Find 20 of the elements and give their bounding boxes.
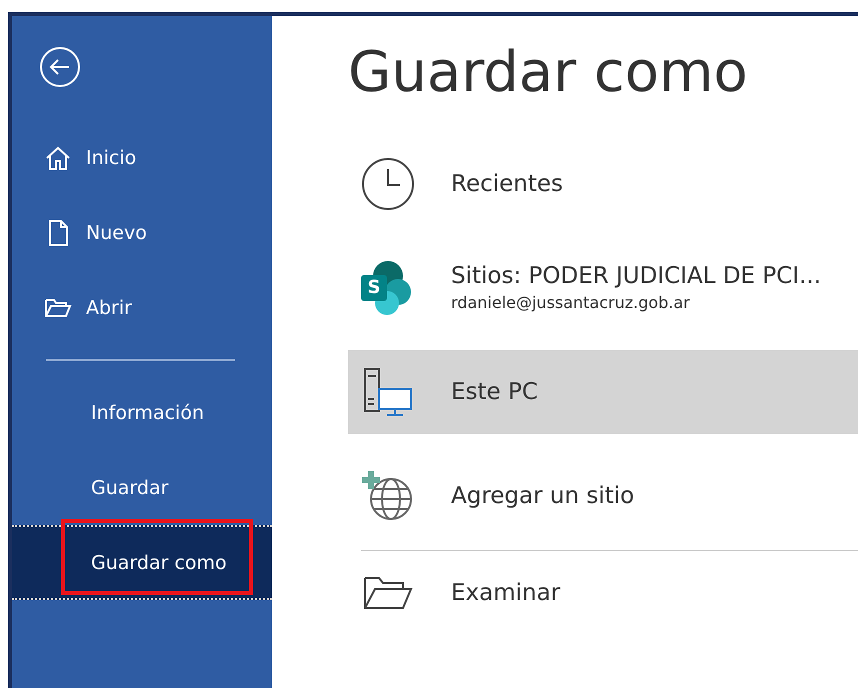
location-title: Agregar un sitio bbox=[451, 482, 634, 509]
location-item[interactable]: Recientes bbox=[348, 142, 858, 226]
location-item[interactable]: Este PC bbox=[348, 350, 858, 434]
location-account: rdaniele@jussantacruz.gob.ar bbox=[451, 293, 691, 312]
page-title: Guardar como bbox=[348, 42, 749, 104]
globe-add-icon bbox=[361, 468, 415, 523]
sidebar-item[interactable]: Abrir bbox=[12, 270, 272, 345]
location-title: Sitios: PODER JUDICIAL DE PCI... bbox=[451, 263, 822, 290]
clock-icon bbox=[361, 156, 415, 211]
location-item[interactable]: Agregar un sitio bbox=[348, 454, 858, 538]
sidebar-item[interactable]: Información bbox=[12, 375, 272, 450]
location-item[interactable]: Examinar bbox=[348, 550, 858, 635]
back-icon[interactable] bbox=[39, 46, 81, 88]
location-title: Este PC bbox=[451, 378, 538, 405]
location-item[interactable]: S Sitios: PODER JUDICIAL DE PCI... rdaniele@jussantacruz.gob.ar bbox=[348, 246, 858, 330]
location-title: Examinar bbox=[451, 580, 560, 606]
location-title: Recientes bbox=[451, 170, 564, 197]
sidebar-item[interactable]: Guardar bbox=[12, 450, 272, 525]
sidebar-item[interactable]: Inicio bbox=[12, 120, 272, 195]
sidebar-item[interactable]: Nuevo bbox=[12, 195, 272, 270]
